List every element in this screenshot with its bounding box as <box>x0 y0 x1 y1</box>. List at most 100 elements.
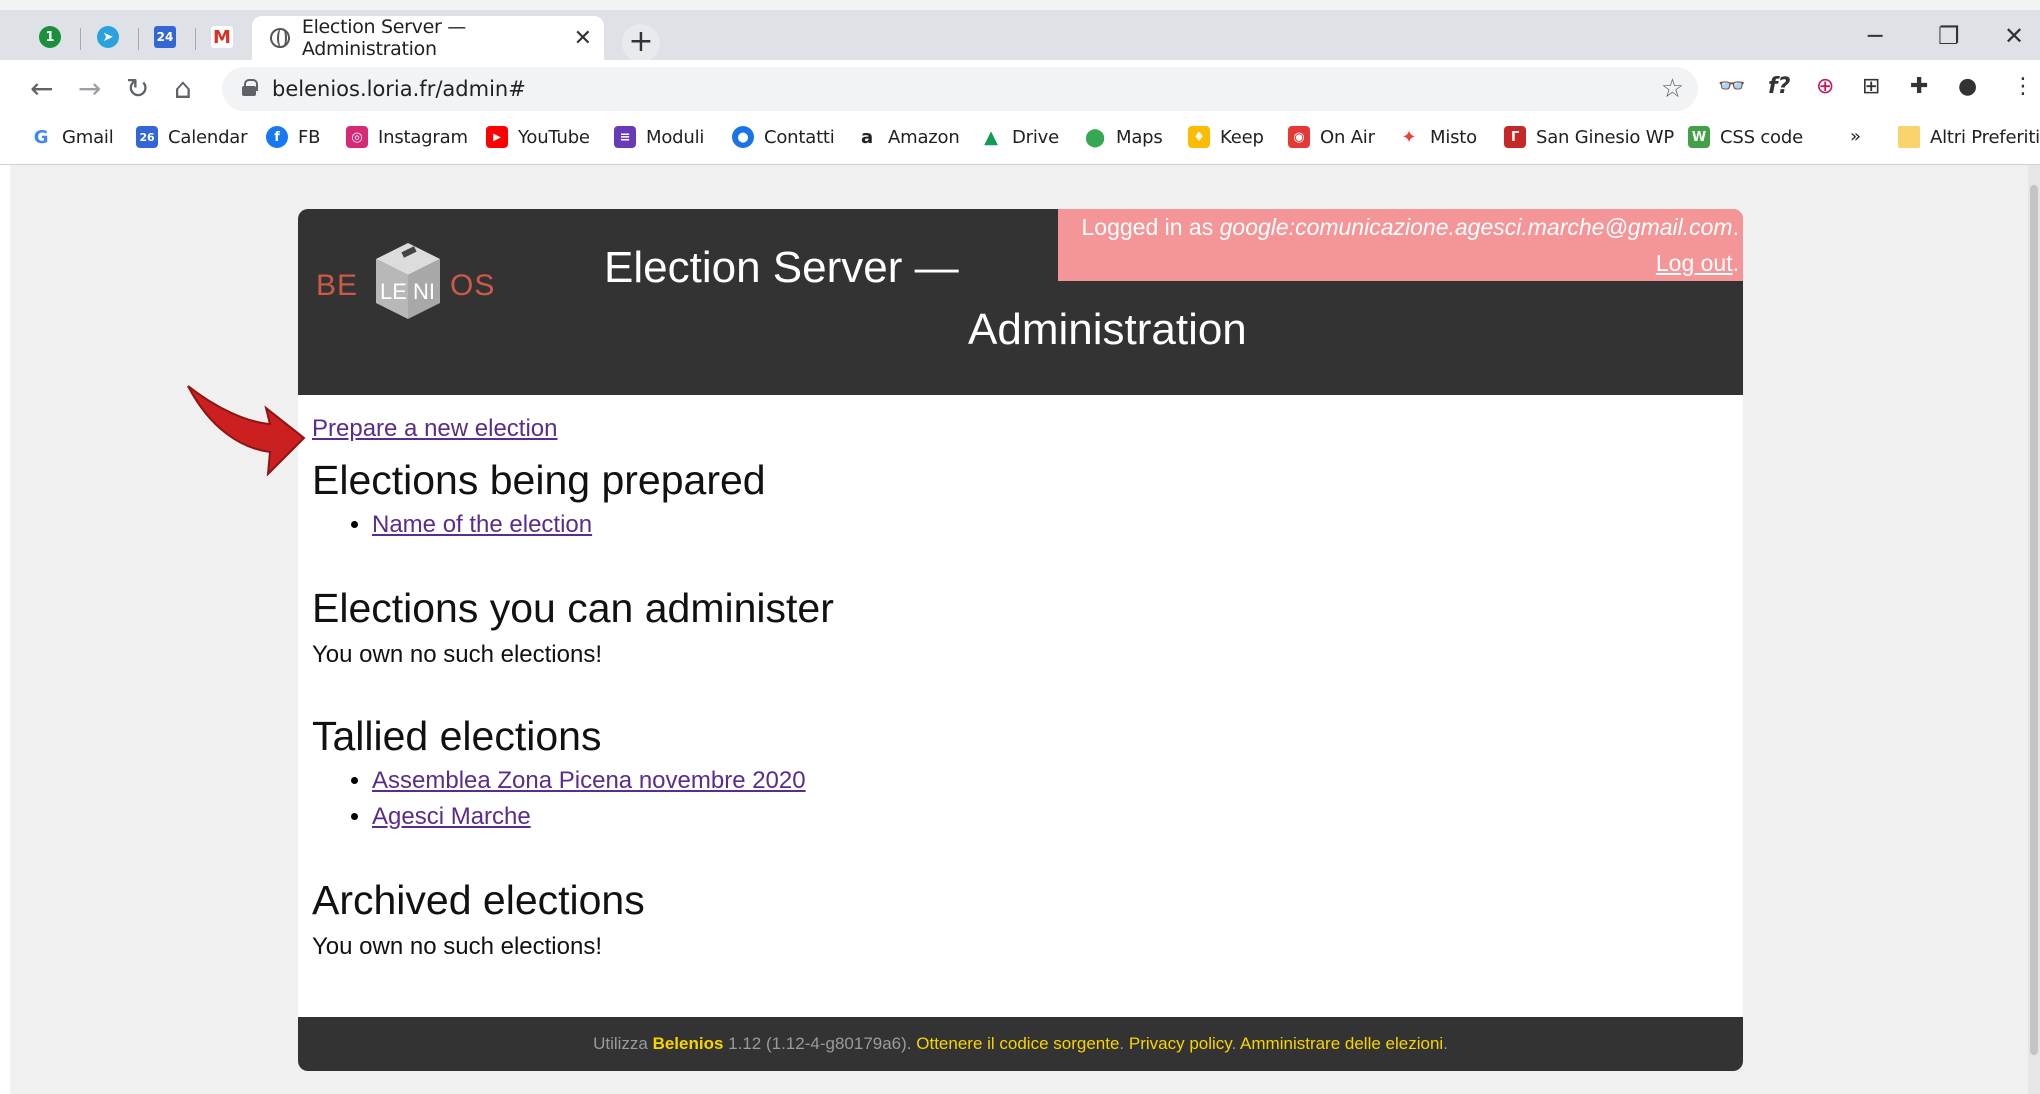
section-title-tallied: Tallied elections <box>312 713 602 759</box>
address-bar[interactable]: belenios.loria.fr/admin# ☆ <box>222 67 1698 111</box>
bookmark-keep[interactable]: ♦ Keep <box>1188 126 1264 148</box>
list-item: Name of the election <box>372 507 592 543</box>
section-title-archived: Archived elections <box>312 877 645 923</box>
keep-icon: ♦ <box>1188 126 1210 148</box>
page-scrollbar[interactable] <box>2028 165 2040 1094</box>
menu-kebab-icon[interactable]: ⋮ <box>2012 74 2034 99</box>
bookmark-drive[interactable]: ▲ Drive <box>980 126 1059 148</box>
bookmark-label: Amazon <box>888 126 960 148</box>
bookmark-fb[interactable]: f FB <box>266 126 321 148</box>
footer-prefix: Utilizza <box>593 1034 653 1053</box>
forms-icon: ≡ <box>614 126 636 148</box>
login-status-box: Logged in as google:comunicazione.agesci… <box>1058 209 1743 281</box>
google-icon: G <box>30 126 52 148</box>
administer-empty-message: You own no such elections! <box>312 641 602 668</box>
font-extension-icon[interactable]: f? <box>1768 74 1790 99</box>
forward-icon[interactable]: → <box>78 72 101 105</box>
bookmark-on-air[interactable]: ◉ On Air <box>1288 126 1375 148</box>
pinned-tab-telegram[interactable]: ➤ <box>86 18 130 56</box>
bookmarks-overflow-button[interactable]: » <box>1850 126 1861 147</box>
site-header: LE NI BE OS Election Server — Administra… <box>298 209 1743 395</box>
w3c-icon: W <box>1688 126 1710 148</box>
administer-elections-link[interactable]: Amministrare delle elezioni <box>1240 1034 1443 1053</box>
source-code-link[interactable]: Ottenere il codice sorgente <box>916 1034 1119 1053</box>
grid-extension-icon[interactable]: ⊞ <box>1862 74 1880 99</box>
bookmark-label: YouTube <box>518 126 590 148</box>
sanginesio-icon: Г <box>1504 126 1526 148</box>
punctuation: . <box>1732 250 1739 276</box>
reload-icon[interactable]: ↻ <box>126 72 149 105</box>
pinned-tab-gmail[interactable]: M <box>200 18 244 56</box>
drive-icon: ▲ <box>980 126 1002 148</box>
tab-title: Election Server — Administration <box>301 16 466 60</box>
bookmark-label: Calendar <box>168 126 248 148</box>
bookmark-gmail[interactable]: G Gmail <box>30 126 114 148</box>
punctuation: . <box>1443 1034 1448 1053</box>
bookmark-maps[interactable]: ⬤ Maps <box>1084 126 1163 148</box>
contacts-icon: ● <box>732 126 754 148</box>
footer-version: 1.12 (1.12-4-g80179a6). <box>723 1034 917 1053</box>
belenios-admin-page: LE NI BE OS Election Server — Administra… <box>298 209 1743 1071</box>
bookmark-moduli[interactable]: ≡ Moduli <box>614 126 704 148</box>
prepare-new-election-link[interactable]: Prepare a new election <box>312 415 557 443</box>
tab-separator <box>80 28 81 50</box>
bookmark-css-code[interactable]: W CSS code <box>1688 126 1803 148</box>
bookmark-label: Keep <box>1220 126 1264 148</box>
logout-link[interactable]: Log out <box>1656 250 1733 276</box>
youtube-icon: ▶ <box>486 126 508 148</box>
pinned-tab-1password[interactable]: 1 <box>28 18 72 56</box>
section-title-prepared: Elections being prepared <box>312 457 766 503</box>
privacy-policy-link[interactable]: Privacy policy <box>1129 1034 1232 1053</box>
punctuation: . <box>1231 1034 1241 1053</box>
pinned-tab-calendar[interactable]: 24 <box>143 18 187 56</box>
section-title-administer: Elections you can administer <box>312 585 834 631</box>
bookmark-san-ginesio[interactable]: Г San Ginesio WP <box>1504 126 1674 148</box>
bookmark-misto[interactable]: ✦ Misto <box>1398 126 1477 148</box>
bookmark-instagram[interactable]: ◎ Instagram <box>346 126 468 148</box>
bookmark-youtube[interactable]: ▶ YouTube <box>486 126 590 148</box>
bookmark-amazon[interactable]: a Amazon <box>856 126 960 148</box>
logo-text-left: BE <box>316 269 359 302</box>
lock-icon <box>242 79 258 96</box>
archived-empty-message: You own no such elections! <box>312 933 602 960</box>
minimize-icon[interactable]: ─ <box>1868 22 1882 50</box>
extensions-puzzle-icon[interactable]: ✚ <box>1910 74 1928 99</box>
restore-icon[interactable]: ❐ <box>1938 22 1960 50</box>
bookmark-star-icon[interactable]: ☆ <box>1661 73 1684 104</box>
back-icon[interactable]: ← <box>30 72 53 105</box>
new-tab-button[interactable]: + <box>622 24 660 62</box>
telegram-icon: ➤ <box>97 26 119 48</box>
election-link[interactable]: Assemblea Zona Picena novembre 2020 <box>372 767 806 794</box>
bookmark-label: On Air <box>1320 126 1375 148</box>
bookmark-calendar[interactable]: 26 Calendar <box>136 126 248 148</box>
election-link[interactable]: Name of the election <box>372 511 592 538</box>
profile-avatar[interactable]: ● <box>1958 74 1977 99</box>
close-window-icon[interactable]: ✕ <box>2004 22 2024 50</box>
prepared-elections-list: Name of the election <box>312 507 592 543</box>
home-icon[interactable]: ⌂ <box>174 72 192 105</box>
tab-separator <box>138 28 139 50</box>
bookmark-contatti[interactable]: ● Contatti <box>732 126 835 148</box>
instagram-icon: ◎ <box>346 126 368 148</box>
belenios-logo[interactable]: LE NI BE OS <box>316 229 496 339</box>
punctuation: . <box>1732 214 1739 240</box>
globe-icon <box>270 28 290 48</box>
bookmark-label: San Ginesio WP <box>1536 126 1674 148</box>
download-extension-icon[interactable]: ⊕ <box>1816 74 1834 99</box>
incognito-extension-icon[interactable]: 👓 <box>1718 74 1745 99</box>
election-link[interactable]: Agesci Marche <box>372 803 531 830</box>
close-tab-icon[interactable]: ✕ <box>574 26 592 51</box>
amazon-icon: a <box>856 126 878 148</box>
calendar-icon: 26 <box>136 126 158 148</box>
browser-chrome: 1 ➤ 24 M Election Server — Administratio… <box>0 0 2040 165</box>
bookmark-other[interactable]: Altri Preferiti <box>1898 126 2040 148</box>
browser-toolbar: ← → ↻ ⌂ belenios.loria.fr/admin# ☆ 👓 f? … <box>0 60 2040 118</box>
tab-election-server[interactable]: Election Server — Administration ✕ <box>252 16 604 60</box>
list-item: Agesci Marche <box>372 799 806 835</box>
folder-icon <box>1898 126 1920 148</box>
belenios-link[interactable]: Belenios <box>653 1034 724 1053</box>
bookmark-label: FB <box>298 126 321 148</box>
scrollbar-thumb[interactable] <box>2030 185 2038 1055</box>
maps-icon: ⬤ <box>1084 126 1106 148</box>
bookmark-label: Drive <box>1012 126 1059 148</box>
